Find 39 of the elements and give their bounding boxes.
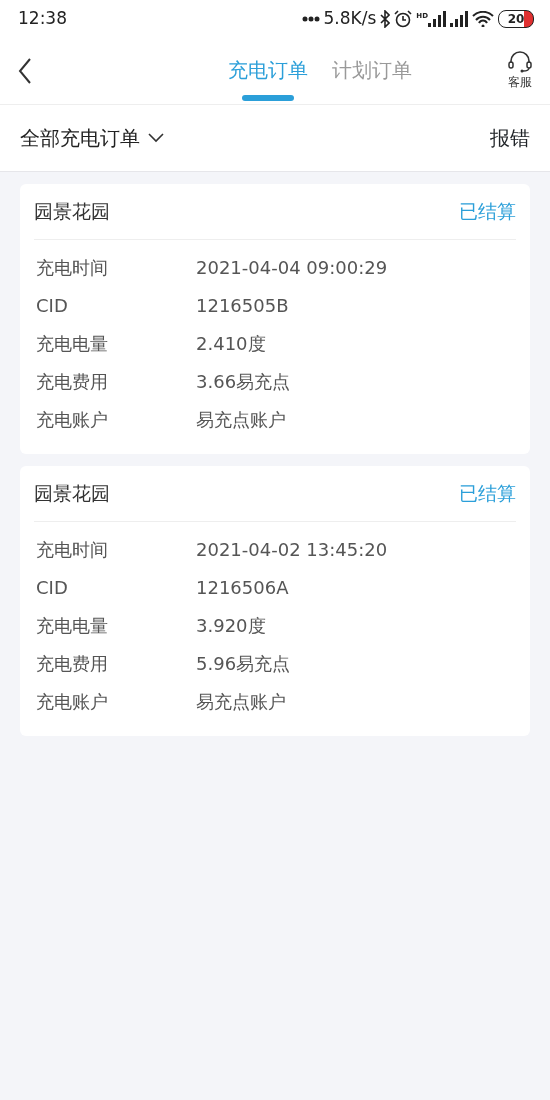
- field-label: CID: [36, 575, 69, 600]
- field-label: CID: [36, 293, 69, 318]
- report-button[interactable]: 报错: [490, 123, 530, 153]
- field-value: 1216505B: [196, 293, 289, 318]
- wifi-icon: [472, 11, 494, 27]
- field-label: 充电账户: [36, 407, 109, 432]
- station-name: 园景花园: [34, 481, 110, 507]
- bluetooth-icon: [380, 10, 391, 28]
- headset-icon[interactable]: [508, 51, 532, 73]
- clock-time: 12:38: [18, 7, 67, 31]
- field-value: 易充点账户: [196, 689, 286, 714]
- field-value: 1216506A: [196, 575, 289, 600]
- order-status: 已结算: [459, 199, 516, 225]
- alarm-icon: [394, 10, 413, 28]
- battery-level: 20: [498, 10, 534, 28]
- field-value: 3.920度: [196, 613, 266, 638]
- field-label: 充电费用: [36, 369, 109, 394]
- more-dots-icon: [301, 16, 320, 22]
- field-label: 充电时间: [36, 537, 109, 562]
- station-name: 园景花园: [34, 199, 110, 225]
- field-label: 充电时间: [36, 255, 109, 280]
- order-status: 已结算: [459, 481, 516, 507]
- service-label[interactable]: 客服: [508, 73, 532, 91]
- field-value: 5.96易充点: [196, 651, 291, 676]
- field-label: 充电费用: [36, 651, 109, 676]
- back-icon[interactable]: [18, 58, 32, 84]
- field-value: 2021-04-02 13:45:20: [196, 537, 388, 562]
- field-label: 充电账户: [36, 689, 109, 714]
- field-value: 2.410度: [196, 331, 266, 356]
- chevron-down-icon: [148, 133, 164, 143]
- signal-icon: [450, 11, 468, 27]
- field-value: 易充点账户: [196, 407, 286, 432]
- network-speed: 5.8K/s: [323, 7, 377, 31]
- field-value: 2021-04-04 09:00:29: [196, 255, 388, 280]
- field-value: 3.66易充点: [196, 369, 291, 394]
- filter-dropdown[interactable]: 全部充电订单: [20, 123, 164, 153]
- signal-icon: [428, 11, 446, 27]
- field-label: 充电电量: [36, 331, 109, 356]
- field-label: 充电电量: [36, 613, 109, 638]
